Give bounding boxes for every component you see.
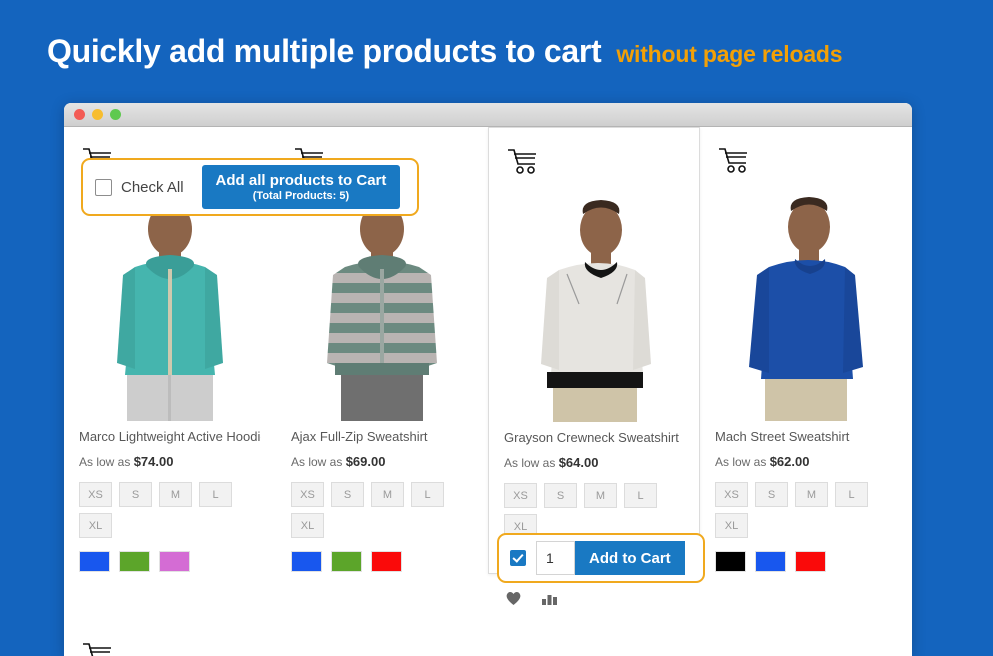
price-value: $69.00 — [345, 454, 386, 469]
color-swatch[interactable] — [79, 551, 110, 572]
heart-icon[interactable] — [505, 590, 522, 611]
add-all-sub-label: (Total Products: 5) — [252, 190, 350, 202]
price-value: $64.00 — [558, 455, 599, 470]
product-image[interactable] — [79, 193, 261, 421]
size-option[interactable]: XS — [504, 483, 537, 508]
product-image[interactable] — [715, 622, 897, 656]
price-prefix: As low as — [79, 455, 131, 469]
product-price: As low as $62.00 — [715, 454, 897, 469]
color-swatch[interactable] — [291, 551, 322, 572]
size-option[interactable]: L — [199, 482, 232, 507]
add-to-cart-button[interactable]: Add to Cart — [575, 541, 685, 575]
add-to-cart-overlay: Add to Cart — [497, 533, 705, 583]
product-card[interactable]: Mach Street Sweatshirt As low as $62.00 … — [700, 127, 912, 574]
check-all-label: Check All — [121, 178, 184, 196]
product-price: As low as $69.00 — [291, 454, 473, 469]
compare-bars-icon[interactable] — [541, 591, 558, 610]
page-title: Quickly add multiple products to cart — [47, 33, 602, 69]
size-option[interactable]: M — [159, 482, 192, 507]
size-option[interactable]: M — [584, 483, 617, 508]
hero-banner: Quickly add multiple products to cart wi… — [0, 0, 993, 103]
price-value: $62.00 — [769, 454, 810, 469]
minimize-icon[interactable] — [92, 109, 103, 120]
hero-text-group: Quickly add multiple products to cart wi… — [47, 33, 843, 70]
size-option[interactable]: L — [835, 482, 868, 507]
color-swatch[interactable] — [795, 551, 826, 572]
product-card[interactable]: Grayson Crewneck Sweatshirt As low as $6… — [488, 127, 705, 605]
product-image[interactable] — [504, 194, 684, 422]
size-options: XS S M L XL — [504, 483, 684, 539]
color-swatch[interactable] — [119, 551, 150, 572]
product-grid-row-2 — [64, 622, 912, 656]
close-icon[interactable] — [74, 109, 85, 120]
check-all-bar: Check All Add all products to Cart (Tota… — [81, 158, 419, 216]
size-options: XS S M L XL — [715, 482, 895, 538]
size-option[interactable]: XS — [715, 482, 748, 507]
page-viewport: Marco Lightweight Active Hoodie As low a… — [64, 127, 912, 656]
product-image[interactable] — [715, 193, 897, 421]
size-option[interactable]: XL — [715, 513, 748, 538]
product-card[interactable] — [488, 622, 700, 656]
page-subtitle: without page reloads — [616, 41, 843, 67]
size-option[interactable]: XL — [79, 513, 112, 538]
color-swatch[interactable] — [715, 551, 746, 572]
size-option[interactable]: M — [371, 482, 404, 507]
add-all-main-label: Add all products to Cart — [215, 172, 387, 189]
size-option[interactable]: L — [624, 483, 657, 508]
size-option[interactable]: S — [119, 482, 152, 507]
price-prefix: As low as — [715, 455, 767, 469]
product-price: As low as $74.00 — [79, 454, 261, 469]
size-option[interactable]: XS — [79, 482, 112, 507]
size-options: XS S M L XL — [79, 482, 259, 538]
color-options — [291, 551, 473, 572]
product-name[interactable]: Mach Street Sweatshirt — [715, 429, 897, 445]
product-card[interactable] — [276, 622, 488, 656]
product-actions — [505, 590, 558, 611]
size-option[interactable]: XL — [291, 513, 324, 538]
product-price: As low as $64.00 — [504, 455, 684, 470]
size-option[interactable]: S — [755, 482, 788, 507]
product-name[interactable]: Marco Lightweight Active Hoodie — [79, 429, 261, 445]
shopping-cart-icon[interactable] — [82, 642, 114, 656]
color-swatch[interactable] — [159, 551, 190, 572]
color-options — [79, 551, 261, 572]
check-all-checkbox[interactable] — [95, 178, 112, 196]
price-value: $74.00 — [133, 454, 174, 469]
product-select-checkbox[interactable] — [510, 550, 526, 566]
color-swatch[interactable] — [371, 551, 402, 572]
price-prefix: As low as — [504, 456, 556, 470]
product-card[interactable] — [64, 622, 276, 656]
product-name[interactable]: Grayson Crewneck Sweatshirt — [504, 430, 684, 446]
size-options: XS S M L XL — [291, 482, 471, 538]
size-option[interactable]: XS — [291, 482, 324, 507]
size-option[interactable]: S — [331, 482, 364, 507]
color-swatch[interactable] — [755, 551, 786, 572]
size-option[interactable]: M — [795, 482, 828, 507]
size-option[interactable]: L — [411, 482, 444, 507]
product-name[interactable]: Ajax Full-Zip Sweatshirt — [291, 429, 473, 445]
shopping-cart-icon[interactable] — [507, 148, 539, 176]
product-image[interactable] — [291, 622, 473, 656]
product-image[interactable] — [503, 622, 685, 656]
color-swatch[interactable] — [331, 551, 362, 572]
browser-window: Marco Lightweight Active Hoodie As low a… — [64, 103, 912, 656]
maximize-icon[interactable] — [110, 109, 121, 120]
quantity-input[interactable] — [536, 541, 575, 575]
add-all-products-button[interactable]: Add all products to Cart (Total Products… — [201, 165, 401, 209]
shopping-cart-icon[interactable] — [718, 147, 750, 175]
size-option[interactable]: S — [544, 483, 577, 508]
product-card[interactable] — [700, 622, 912, 656]
color-options — [715, 551, 897, 572]
window-titlebar — [64, 103, 912, 127]
product-image[interactable] — [291, 193, 473, 421]
price-prefix: As low as — [291, 455, 343, 469]
